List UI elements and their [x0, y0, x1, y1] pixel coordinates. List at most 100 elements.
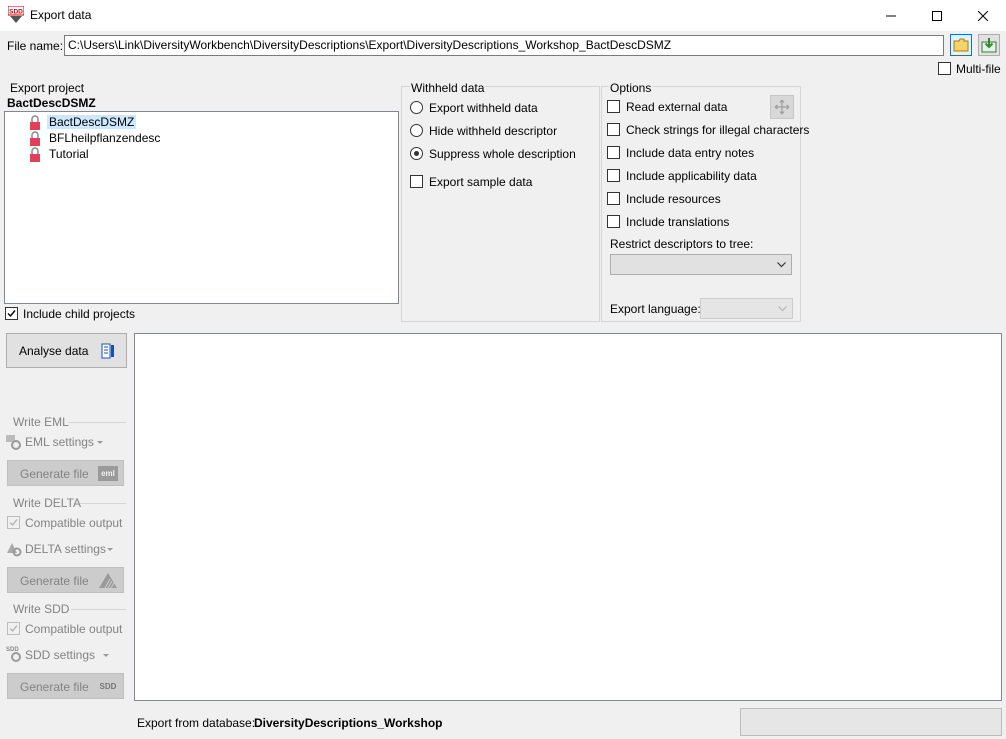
include-applicability-label: Include applicability data [626, 169, 757, 183]
eml-generate-file-button[interactable]: Generate file eml [7, 460, 124, 486]
export-project-title: Export project [10, 81, 85, 95]
lock-icon [30, 147, 40, 162]
eml-settings-dropdown[interactable]: EML settings [6, 432, 126, 452]
browse-folder-button[interactable] [950, 34, 972, 56]
radio-hide-withheld-label: Hide withheld descriptor [429, 124, 558, 138]
withheld-data-panel [401, 86, 600, 322]
analyse-icon [101, 343, 114, 359]
delta-generate-file-label: Generate file [20, 574, 89, 588]
checkmark-icon [9, 625, 18, 633]
close-button[interactable] [960, 0, 1006, 31]
minimize-button[interactable] [868, 0, 914, 31]
window-title: Export data [30, 8, 92, 22]
move-arrows-icon [774, 99, 790, 115]
eml-file-icon: eml [98, 466, 118, 481]
multi-file-label: Multi-file [956, 62, 1001, 76]
close-icon [978, 10, 988, 21]
include-data-entry-notes-label: Include data entry notes [626, 146, 755, 160]
include-applicability-checkbox[interactable] [607, 169, 620, 182]
radio-export-withheld-label: Export withheld data [429, 101, 538, 115]
read-external-data-checkbox[interactable] [607, 100, 620, 113]
maximize-icon [932, 10, 942, 21]
sdd-group-title: Write SDD [13, 602, 70, 616]
sdd-settings-icon: SDD [6, 647, 21, 662]
read-external-data-label: Read external data [626, 100, 728, 114]
selected-project-heading: BactDescDSMZ [7, 96, 96, 110]
check-strings-checkbox[interactable] [607, 123, 620, 136]
radio-suppress-description-label: Suppress whole description [429, 147, 576, 161]
check-strings-label: Check strings for illegal characters [626, 123, 810, 137]
chevron-down-icon [778, 306, 787, 312]
delta-compatible-label: Compatible output [25, 516, 123, 530]
sdd-compatible-checkbox[interactable] [7, 622, 20, 635]
tree-item-label: BactDescDSMZ [47, 115, 137, 129]
delta-triangle-icon [7, 543, 22, 557]
project-tree[interactable]: BactDescDSMZ BFLheilpflanzendesc Tutoria… [4, 111, 399, 304]
output-text-area[interactable] [134, 333, 1002, 701]
checkmark-icon [9, 519, 18, 527]
save-download-icon [981, 38, 997, 53]
delta-group-divider [80, 503, 126, 504]
include-resources-label: Include resources [626, 192, 721, 206]
include-child-projects-checkbox[interactable] [5, 307, 18, 320]
include-translations-label: Include translations [626, 215, 730, 229]
svg-text:SDD: SDD [9, 9, 23, 16]
sdd-settings-dropdown[interactable]: SDD SDD settings [6, 645, 126, 665]
folder-icon [953, 38, 969, 52]
sdd-generate-file-button[interactable]: Generate file SDD [7, 673, 124, 699]
export-database-name: DiversityDescriptions_Workshop [254, 716, 443, 730]
analyse-data-button[interactable]: Analyse data [6, 333, 127, 368]
delta-file-icon [99, 573, 117, 589]
svg-text:SDD: SDD [6, 647, 19, 653]
title-bar [0, 0, 1006, 31]
export-sample-data-label: Export sample data [429, 175, 533, 189]
withheld-data-title: Withheld data [410, 81, 486, 95]
export-sample-data-checkbox[interactable] [410, 175, 423, 188]
export-language-select[interactable] [700, 298, 793, 319]
file-name-field[interactable]: C:\Users\Link\DiversityWorkbench\Diversi… [64, 35, 944, 56]
tree-item-label: BFLheilpflanzendesc [49, 131, 161, 145]
restrict-descriptors-select[interactable] [610, 254, 792, 275]
eml-settings-label: EML settings [25, 435, 94, 449]
options-title: Options [609, 81, 653, 95]
sdd-group-divider [71, 609, 126, 610]
delta-group-title: Write DELTA [13, 496, 82, 510]
app-icon: SDD [7, 5, 25, 24]
sdd-file-icon: SDD [99, 682, 117, 691]
eml-group-divider [68, 422, 126, 423]
chevron-down-icon [97, 441, 103, 444]
delta-generate-file-button[interactable]: Generate file [7, 567, 124, 593]
chevron-down-icon [777, 262, 786, 268]
export-database-label: Export from database: [137, 716, 256, 730]
external-data-button[interactable] [770, 95, 794, 119]
maximize-button[interactable] [914, 0, 960, 31]
sdd-settings-label: SDD settings [25, 648, 96, 662]
multi-file-checkbox[interactable] [938, 62, 951, 75]
include-child-projects-label: Include child projects [23, 307, 136, 321]
analyse-data-label: Analyse data [19, 344, 89, 358]
delta-settings-dropdown[interactable]: DELTA settings [6, 539, 126, 559]
tree-item-label: Tutorial [49, 147, 89, 161]
radio-suppress-description[interactable] [410, 147, 423, 160]
radio-hide-withheld[interactable] [410, 124, 423, 137]
include-resources-checkbox[interactable] [607, 192, 620, 205]
minimize-icon [886, 15, 896, 16]
save-file-button[interactable] [978, 34, 1000, 56]
include-translations-checkbox[interactable] [607, 215, 620, 228]
checkmark-icon [7, 310, 16, 318]
chevron-down-icon [103, 654, 109, 657]
delta-settings-label: DELTA settings [25, 542, 106, 556]
progress-bar [740, 708, 1002, 736]
eml-generate-file-label: Generate file [20, 467, 89, 481]
radio-export-withheld[interactable] [410, 101, 423, 114]
sdd-generate-file-label: Generate file [20, 680, 89, 694]
restrict-descriptors-label: Restrict descriptors to tree: [610, 237, 754, 251]
lock-icon [30, 131, 40, 146]
include-data-entry-notes-checkbox[interactable] [607, 146, 620, 159]
chevron-down-icon [107, 548, 113, 551]
lock-icon [30, 115, 40, 130]
export-language-label: Export language: [610, 302, 701, 316]
eml-group-title: Write EML [13, 415, 69, 429]
delta-compatible-checkbox[interactable] [7, 516, 20, 529]
file-name-label: File name: [7, 39, 64, 53]
